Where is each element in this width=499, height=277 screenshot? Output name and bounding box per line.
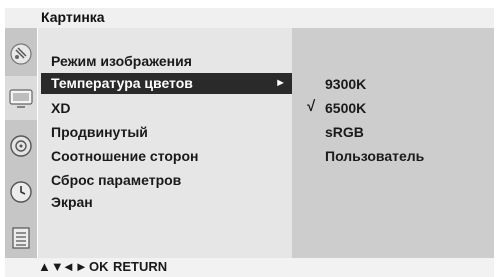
speaker-icon[interactable] [5, 124, 37, 168]
navigation-hint-bar: ▲▼ ◄► OK RETURN [5, 258, 494, 277]
up-down-arrows-icon: ▲▼ [38, 259, 64, 274]
option-user[interactable]: Пользователь [325, 146, 424, 166]
settings-list-icon[interactable] [5, 216, 37, 260]
left-right-arrows-icon: ◄► [62, 259, 88, 274]
option-6500k[interactable]: 6500K [325, 98, 366, 118]
option-9300k[interactable]: 9300K [325, 74, 366, 94]
menu-item-aspect-ratio[interactable]: Соотношение сторон [51, 146, 199, 167]
checkmark-icon: √ [307, 98, 316, 115]
satellite-icon[interactable] [5, 32, 37, 76]
submenu-arrow-icon: ► [275, 77, 286, 89]
picture-menu-list: Режим изображения Температура цветов ► X… [38, 28, 294, 258]
tv-picture-icon[interactable] [5, 76, 37, 120]
menu-item-reset[interactable]: Сброс параметров [51, 170, 181, 191]
color-temperature-submenu: 9300K √ 6500K sRGB Пользователь [292, 28, 494, 258]
menu-item-picture-mode[interactable]: Режим изображения [51, 51, 192, 72]
clock-icon[interactable] [5, 170, 37, 214]
menu-item-color-temperature[interactable]: Температура цветов ► [41, 73, 294, 94]
menu-item-color-temperature-label: Температура цветов [51, 75, 193, 91]
menu-title-bar: Картинка [5, 8, 494, 28]
return-hint: RETURN [113, 259, 168, 274]
menu-item-screen[interactable]: Экран [51, 192, 93, 213]
option-srgb[interactable]: sRGB [325, 122, 364, 142]
ok-hint: OK [89, 259, 109, 274]
category-icon-strip [5, 28, 37, 258]
menu-item-xd[interactable]: XD [51, 98, 70, 119]
menu-title: Картинка [41, 9, 105, 25]
menu-item-advanced[interactable]: Продвинутый [51, 122, 148, 143]
